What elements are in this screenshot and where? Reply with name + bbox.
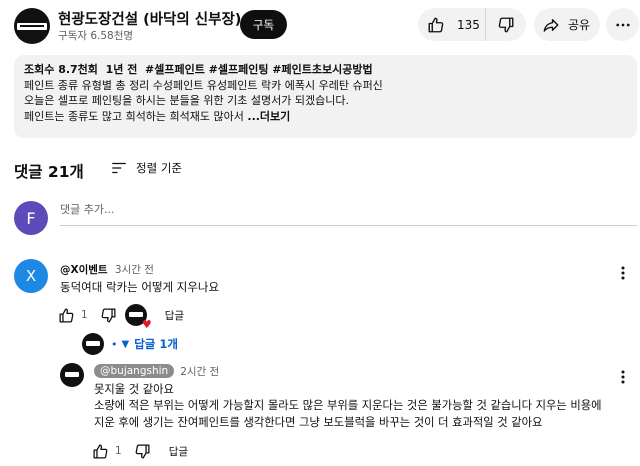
thumb-up-icon [427,16,445,34]
reply-menu-button[interactable] [616,369,630,385]
thumb-down-icon[interactable] [134,443,151,460]
more-vertical-icon [616,369,630,385]
reply-time[interactable]: 2시간 전 [180,364,219,379]
reply-line: 지운 후에 생기는 잔여페인트를 생각한다면 그냥 보도블럭을 바꾸는 것이 더… [94,415,543,429]
comment-count: 댓글 21개 [14,163,84,181]
description-truncated: 페인트는 종류도 많고 희석하는 희석재도 많아서 [24,109,244,123]
reply-header: @bujangshin 2시간 전 [94,363,219,379]
thumb-down-icon[interactable] [100,307,117,324]
creator-avatar [82,333,104,355]
subscriber-count: 구독자 6.58천명 [58,30,134,42]
reply-button[interactable]: 답글 [165,308,184,323]
more-actions-button[interactable] [606,8,639,41]
creator-heart-badge: ♥ [124,304,152,330]
thumb-down-icon [497,16,515,34]
reply-author[interactable]: @bujangshin [94,364,175,378]
thumb-up-icon[interactable] [92,443,109,460]
comment-like-count: 1 [81,309,88,321]
like-count: 135 [457,17,480,32]
heart-icon: ♥ [141,318,152,331]
reply-actions: 1 답글 [92,440,188,462]
comment-text: 동덕여대 락카는 어떻게 지우나요 [60,280,220,294]
channel-logo [17,22,47,30]
separator-dot: • [111,337,118,351]
share-label: 공유 [568,18,591,32]
show-more-link[interactable]: ...더보기 [247,110,290,123]
view-count: 조회수 8.7천회 [24,63,98,76]
comment-actions: 1 ♥ 답글 [58,304,184,330]
like-button[interactable]: 135 [418,8,486,41]
dislike-button[interactable] [486,8,526,41]
reply-line: 못지울 것 같아요 [94,383,174,396]
upload-age: 1년 전 [105,63,138,76]
subscribe-button[interactable]: 구독 [240,10,287,39]
add-comment-input[interactable]: 댓글 추가... [60,201,637,226]
sort-label: 정렬 기준 [136,161,182,175]
more-vertical-icon [616,265,630,281]
more-icon [614,16,632,34]
description-line: 오늘은 셀프로 페인팅을 하시는 분들을 위한 기초 설명서가 되겠습니다. [24,94,349,108]
channel-name[interactable]: 현광도장건설 (바닥의 신부장) [58,8,241,29]
reply-button[interactable]: 답글 [169,444,188,459]
comment-time[interactable]: 3시간 전 [115,264,154,276]
description-line: 페인트 종류 유형별 총 정리 수성페인트 유성페인트 락카 에폭시 우레탄 슈… [24,78,383,92]
replies-toggle[interactable]: • ▼ 답글 1개 [82,333,178,355]
replies-toggle-label: 답글 1개 [134,337,178,351]
description-box[interactable]: 조회수 8.7천회 1년 전 #셀프페인트 #셀프페인팅 #페인트초보시공방법 … [14,55,637,138]
sort-icon [110,159,128,177]
channel-avatar[interactable] [14,8,50,44]
comment-author-avatar[interactable]: X [14,259,48,293]
current-user-avatar: F [14,201,48,235]
chevron-down-icon: ▼ [121,338,130,350]
comment-author[interactable]: @X이벤트 [60,264,108,276]
thumb-up-icon[interactable] [58,307,75,324]
reply-text: 못지울 것 같아요 소량에 적은 부위는 어떻게 가능할지 몰라도 많은 부위를… [94,382,614,431]
description-meta: 조회수 8.7천회 1년 전 #셀프페인트 #셀프페인팅 #페인트초보시공방법 [24,62,627,78]
share-button[interactable]: 공유 [534,8,600,41]
reply-author-avatar[interactable] [60,363,84,387]
hashtags[interactable]: #셀프페인트 #셀프페인팅 #페인트초보시공방법 [145,63,373,76]
sort-button[interactable]: 정렬 기준 [110,157,182,179]
comment-menu-button[interactable] [616,265,630,281]
comment-header: @X이벤트 3시간 전 [60,262,154,277]
description-line: 페인트는 종류도 많고 희석하는 희석재도 많아서 ...더보기 [24,109,627,125]
reply-line: 소량에 적은 부위는 어떻게 가능할지 몰라도 많은 부위를 지운다는 것은 불… [94,399,602,413]
like-dislike-group: 135 [418,8,526,41]
reply-like-count: 1 [115,445,122,457]
share-icon [542,16,560,34]
